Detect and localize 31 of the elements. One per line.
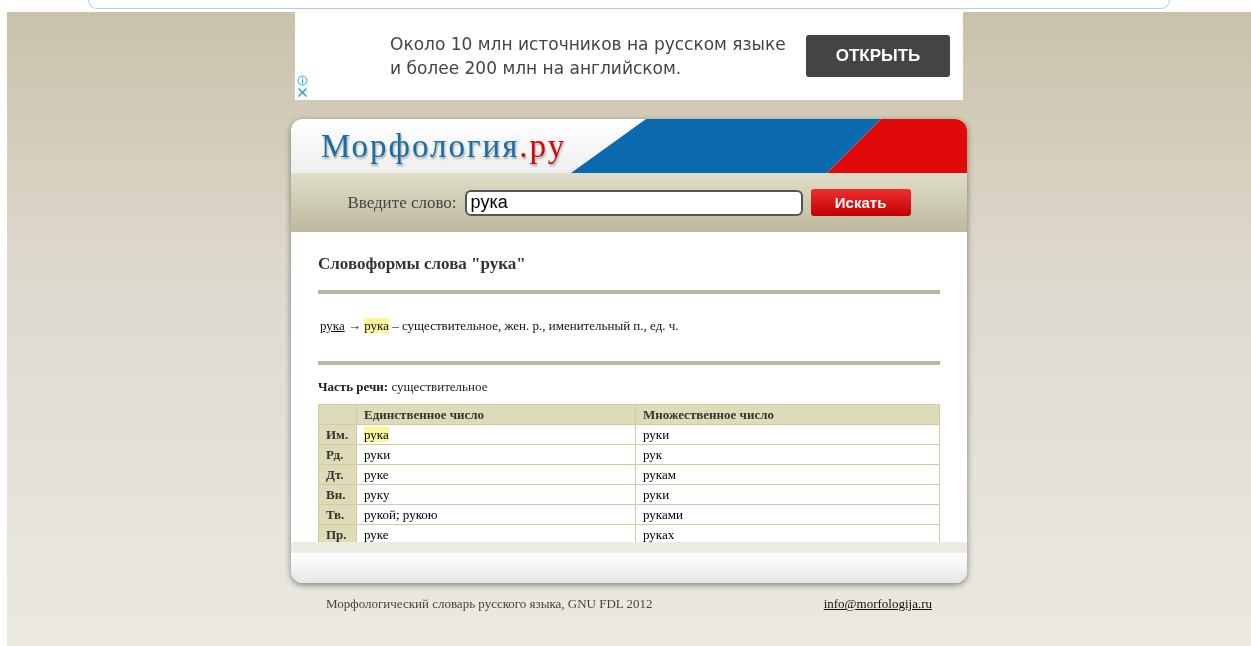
- case-cell: Тв.: [318, 504, 357, 525]
- search-label: Введите слово:: [347, 192, 457, 213]
- header-cell: [318, 404, 357, 425]
- part-of-speech: Часть речи: существительное: [318, 379, 489, 395]
- table-cell: руке: [356, 464, 636, 485]
- table-cell: рукой; рукою: [356, 504, 636, 525]
- table-cell: рук: [635, 444, 940, 465]
- site-logo[interactable]: Морфология.ру: [321, 127, 567, 165]
- table-cell: руками: [635, 504, 940, 525]
- column-header: Единственное число: [356, 404, 636, 425]
- close-icon[interactable]: [297, 87, 308, 98]
- case-cell: Дт.: [318, 464, 357, 485]
- table-cell: рука: [356, 424, 636, 445]
- search-field[interactable]: рука: [464, 189, 803, 216]
- table-cell: руку: [356, 484, 636, 505]
- table-cell: руки: [635, 424, 940, 445]
- search-button[interactable]: Искать: [810, 189, 911, 216]
- open-button[interactable]: ОТКРЫТЬ: [806, 35, 950, 77]
- case-cell: Им.: [318, 424, 357, 445]
- case-cell: Рд.: [318, 444, 357, 465]
- table-cell: рукам: [635, 464, 940, 485]
- footer-text: Морфологический словарь русского языка, GNU FDL 2012: [326, 596, 653, 612]
- table-cell: руки: [635, 484, 940, 505]
- case-cell: Вн.: [318, 484, 357, 505]
- info-icon[interactable]: [297, 75, 308, 86]
- email-link[interactable]: info@morfologija.ru: [823, 596, 932, 612]
- table-cell: руки: [356, 444, 636, 465]
- wordform-line: рука → рука – существительное, жен. р., именительный п., ед. ч.: [320, 318, 680, 334]
- column-header: Множественное число: [635, 404, 940, 425]
- page-heading: Словоформы слова "рука": [318, 254, 527, 274]
- ad-text: Около 10 млн источников на русском языке и более 200 млн на английском.: [390, 33, 787, 80]
